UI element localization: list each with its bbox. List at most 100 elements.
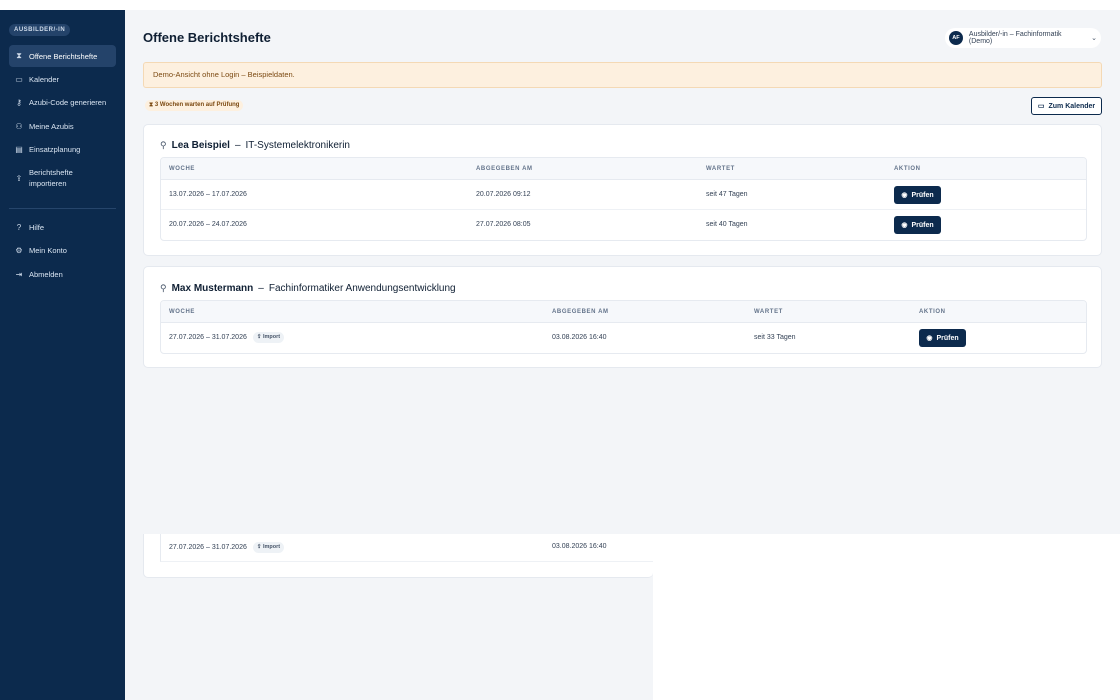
calendar-button-label: Zum Kalender [1048, 102, 1096, 110]
chevron-down-icon: ⌄ [1091, 35, 1097, 42]
account-menu[interactable]: AF Ausbilder/-in – Fachinformatik (Demo)… [945, 28, 1101, 48]
sidebar-item-berichtshefte-importieren[interactable]: ⇪ Berichtshefte importieren [9, 164, 116, 192]
sidebar-item-hilfe[interactable]: ? Hilfe [9, 217, 116, 237]
person-icon: ⚲ [160, 283, 167, 293]
table-row: 20.07.2026 – 24.07.2026 27.07.2026 08:05… [161, 210, 1086, 240]
sidebar-item-offene-berichtshefte[interactable]: ⧗ Offene Berichtshefte [9, 45, 116, 67]
column-aktion: AKTION [894, 166, 921, 172]
sidebar-item-label: Mein Konto [29, 245, 67, 255]
sidebar-item-kalender[interactable]: ▭ Kalender [9, 69, 116, 89]
column-woche: WOCHE [169, 309, 195, 315]
demo-notice: Demo-Ansicht ohne Login – Beispieldaten. [143, 62, 1102, 88]
role-badge: AUSBILDER/-IN [9, 24, 71, 36]
sidebar-item-label: Berichtshefte importieren [29, 167, 73, 189]
column-woche: WOCHE [169, 166, 195, 172]
cell-abgegeben: 27.07.2026 08:05 [476, 221, 531, 228]
sidebar-item-label: Azubi-Code generieren [29, 97, 107, 107]
sidebar-item-label: Abmelden [29, 269, 63, 279]
eye-icon: ◉ [901, 222, 908, 229]
sidebar-item-einsatzplanung[interactable]: ▤ Einsatzplanung [9, 139, 116, 159]
cell-woche: 27.07.2026 – 31.07.2026 ⇪ Import [169, 534, 285, 562]
sidebar-item-azubi-code[interactable]: ⚷ Azubi-Code generieren [9, 92, 116, 112]
clipboard-icon: ▤ [15, 144, 23, 154]
column-wartet: WARTET [706, 166, 735, 172]
import-tag: ⇪ Import [252, 541, 285, 553]
upload-icon: ⇪ [15, 173, 23, 183]
trainee-profession: IT-Systemelektronikerin [245, 140, 350, 151]
trainee-name: Lea Beispiel [171, 140, 230, 151]
sidebar-item-label: Meine Azubis [29, 121, 74, 131]
main-content: Offene Berichtshefte AF Ausbilder/-in – … [125, 10, 1120, 700]
sidebar-item-abmelden[interactable]: ⇥ Abmelden [9, 264, 116, 284]
upload-icon: ⇪ [256, 543, 262, 550]
pruefen-button[interactable]: ◉ Prüfen [894, 216, 941, 234]
pruefen-button[interactable]: ◉ Prüfen [919, 329, 966, 347]
column-aktion: AKTION [919, 309, 946, 315]
cell-abgegeben: 20.07.2026 09:12 [476, 191, 531, 198]
sidebar: AUSBILDER/-IN ⧗ Offene Berichtshefte ▭ K… [0, 10, 125, 700]
pruefen-label: Prüfen [911, 221, 934, 229]
ghost-card-fragment: 27.07.2026 – 31.07.2026 ⇪ Import 03.08.2… [143, 534, 654, 578]
pruefen-button[interactable]: ◉ Prüfen [894, 186, 941, 204]
calendar-icon: ▭ [1037, 103, 1045, 110]
cell-abgegeben: 03.08.2026 16:40 [552, 334, 607, 341]
label-line-2: importieren [29, 179, 67, 188]
key-icon: ⚷ [16, 97, 22, 107]
blank-area [653, 534, 1120, 700]
avatar: AF [949, 31, 963, 45]
card-title: ⚲ Max Mustermann – Fachinformatiker Anwe… [160, 283, 456, 294]
person-icon: ⚲ [160, 140, 167, 150]
calendar-button[interactable]: ▭ Zum Kalender [1031, 97, 1102, 115]
account-name: Ausbilder/-in – Fachinformatik (Demo) [968, 31, 1062, 45]
title-separator: – [234, 140, 241, 151]
cell-wartet: seit 33 Tagen [754, 334, 796, 341]
week-range: 27.07.2026 – 31.07.2026 [169, 544, 247, 551]
hourglass-icon: ⧗ [149, 102, 154, 108]
upload-icon: ⇪ [256, 333, 262, 340]
pruefen-label: Prüfen [936, 334, 959, 342]
column-abgegeben: ABGEGEBEN AM [476, 166, 533, 172]
table-row: 13.07.2026 – 17.07.2026 20.07.2026 09:12… [161, 180, 1086, 210]
eye-icon: ◉ [901, 192, 908, 199]
sidebar-item-meine-azubis[interactable]: ⚇ Meine Azubis [9, 116, 116, 136]
gear-icon: ⚙ [15, 245, 23, 255]
table-header: WOCHE ABGEGEBEN AM WARTET AKTION [161, 158, 1086, 180]
reports-table: WOCHE ABGEGEBEN AM WARTET AKTION 13.07.2… [160, 157, 1087, 241]
page-title: Offene Berichtshefte [143, 30, 271, 45]
trainee-card-lea: ⚲ Lea Beispiel – IT-Systemelektronikerin… [143, 124, 1102, 256]
hourglass-icon: ⧗ [16, 51, 22, 60]
import-label: Import [262, 333, 281, 340]
sidebar-item-label: Einsatzplanung [29, 144, 81, 154]
table-row: 27.07.2026 – 31.07.2026 ⇪ Import 03.08.2… [161, 323, 1086, 353]
cell-wartet: seit 47 Tagen [706, 191, 748, 198]
wait-badge-text: 3 Wochen warten auf Prüfung [154, 102, 240, 108]
logout-icon: ⇥ [15, 269, 23, 279]
help-icon: ? [16, 222, 22, 232]
column-wartet: WARTET [754, 309, 783, 315]
trainee-name: Max Mustermann [171, 283, 254, 294]
import-tag: ⇪ Import [252, 331, 285, 343]
sidebar-item-mein-konto[interactable]: ⚙ Mein Konto [9, 240, 116, 260]
calendar-icon: ▭ [15, 74, 23, 84]
wait-badge: ⧗ 3 Wochen warten auf Prüfung [145, 100, 244, 111]
pruefen-label: Prüfen [911, 191, 934, 199]
label-line-1: Berichtshefte [29, 168, 73, 177]
column-abgegeben: ABGEGEBEN AM [552, 309, 609, 315]
sidebar-item-label: Kalender [29, 74, 60, 84]
trainee-card-max: ⚲ Max Mustermann – Fachinformatiker Anwe… [143, 266, 1102, 368]
cell-woche: 27.07.2026 – 31.07.2026 ⇪ Import [169, 323, 285, 353]
sidebar-item-label: Hilfe [29, 222, 45, 232]
cell-wartet: seit 40 Tagen [706, 221, 748, 228]
top-strip [0, 0, 1120, 10]
users-icon: ⚇ [15, 121, 23, 131]
card-title: ⚲ Lea Beispiel – IT-Systemelektronikerin [160, 140, 350, 151]
eye-icon: ◉ [926, 335, 933, 342]
cell-abgegeben: 03.08.2026 16:40 [552, 543, 607, 550]
cell-woche: 13.07.2026 – 17.07.2026 [169, 191, 247, 198]
week-range: 27.07.2026 – 31.07.2026 [169, 334, 247, 341]
sidebar-divider [9, 208, 116, 209]
import-label: Import [262, 543, 281, 550]
reports-table: WOCHE ABGEGEBEN AM WARTET AKTION 27.07.2… [160, 300, 1087, 354]
table-header: WOCHE ABGEGEBEN AM WARTET AKTION [161, 301, 1086, 323]
trainee-profession: Fachinformatiker Anwendungsentwicklung [268, 283, 456, 294]
